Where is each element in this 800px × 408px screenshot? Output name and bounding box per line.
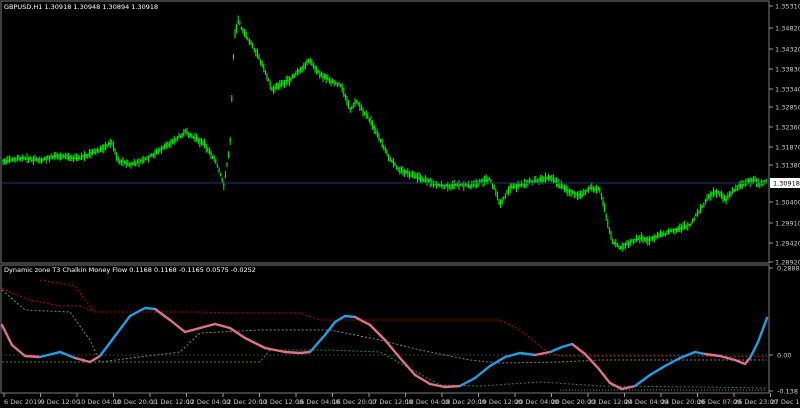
price-axis-label: 1.34320 bbox=[775, 46, 800, 54]
price-axis-label: 1.31380 bbox=[775, 162, 800, 170]
price-axis-label: 1.33340 bbox=[775, 86, 800, 94]
indicator-header: Dynamic zone T3 Chalkin Money Flow 0.116… bbox=[4, 266, 256, 274]
price-axis: 1.35310 1.34820 1.34320 1.33830 1.33340 1.328… bbox=[769, 3, 800, 267]
price-pane[interactable] bbox=[0, 0, 770, 264]
indicator-axis-label: 0.2888 bbox=[777, 265, 800, 273]
indicator-curve-segment bbox=[298, 350, 312, 355]
price-axis-label: 1.29910 bbox=[775, 220, 800, 228]
price-axis-label: 1.31870 bbox=[775, 144, 800, 152]
current-price-text: 1.30918 bbox=[773, 180, 800, 188]
indicator-curve-segment bbox=[23, 354, 42, 359]
chart-canvas[interactable]: 1.35310 1.34820 1.34320 1.33830 1.33340 1.328… bbox=[0, 0, 800, 408]
indicator-axis-label: 0.00 bbox=[777, 352, 791, 360]
indicator-curve-segment bbox=[343, 314, 357, 319]
price-axis-label: 1.29420 bbox=[775, 240, 800, 248]
price-axis-label: 1.33830 bbox=[775, 66, 800, 74]
time-axis-label: 6 Dec 2019 bbox=[4, 398, 41, 406]
indicator-curve-segment bbox=[283, 350, 302, 355]
price-axis-label: 1.34820 bbox=[775, 25, 800, 33]
time-axis-label: 9 Dec 12:00 bbox=[41, 398, 81, 406]
indicator-axis-label: -0.138 bbox=[777, 388, 798, 396]
indicator-curve-segment bbox=[143, 306, 157, 311]
price-axis-label: 1.32850 bbox=[775, 104, 800, 112]
indicator-curve-segment bbox=[443, 384, 462, 389]
time-axis: 6 Dec 2019 9 Dec 12:0010 Dec 04:0010 Dec … bbox=[3, 393, 800, 406]
indicator-axis: 0.2888 0.00 -0.138 bbox=[769, 265, 800, 396]
price-axis-label: 1.32360 bbox=[775, 124, 800, 132]
price-axis-label: 1.35310 bbox=[775, 3, 800, 11]
price-axis-label: 1.30400 bbox=[775, 199, 800, 207]
current-price-tag: 1.30918 bbox=[770, 178, 800, 188]
main-chart-header: GBPUSD,H1 1.30918 1.30948 1.30894 1.3091… bbox=[4, 3, 159, 11]
time-axis-label: 27 Dec 15:00 bbox=[771, 398, 800, 406]
